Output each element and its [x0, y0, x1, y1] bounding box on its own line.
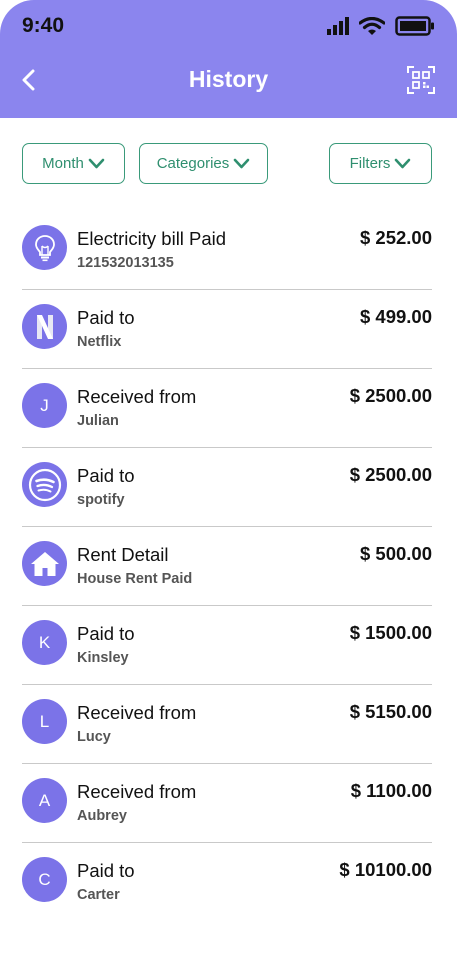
transaction-amount: $ 2500.00	[349, 464, 432, 485]
avatar: A	[22, 778, 67, 823]
transaction-row[interactable]: Paid to Netflix $ 499.00	[22, 290, 432, 369]
qr-scan-icon	[407, 66, 435, 94]
spotify-logo	[22, 462, 67, 507]
filter-bar: Month Categories Filters	[22, 143, 432, 184]
month-filter-button[interactable]: Month	[22, 143, 125, 184]
transaction-list: Electricity bill Paid 121532013135 $ 252…	[22, 211, 432, 922]
transaction-title: Received from	[77, 781, 197, 802]
transaction-subtitle: spotify	[77, 492, 125, 508]
wifi-icon	[359, 16, 385, 35]
transaction-subtitle: Netflix	[77, 334, 122, 350]
qr-scan-button[interactable]	[407, 66, 435, 94]
categories-filter-button[interactable]: Categories	[139, 143, 268, 184]
transaction-row[interactable]: C Paid to Carter $ 10100.00	[22, 843, 432, 922]
transaction-subtitle: Lucy	[77, 729, 111, 745]
chevron-down-icon	[88, 158, 105, 168]
transaction-amount: $ 500.00	[359, 543, 432, 564]
transaction-row[interactable]: Rent Detail House Rent Paid $ 500.00	[22, 527, 432, 606]
avatar: L	[22, 699, 67, 744]
transaction-amount: $ 252.00	[359, 227, 432, 248]
avatar: J	[22, 383, 67, 428]
transaction-amount: $ 2500.00	[349, 385, 432, 406]
transaction-title: Paid to	[77, 623, 135, 644]
page-title: History	[188, 66, 269, 92]
status-icons	[327, 16, 435, 36]
transaction-subtitle: Julian	[77, 413, 119, 429]
transaction-title: Received from	[77, 386, 197, 407]
transaction-title: Rent Detail	[77, 544, 169, 565]
transaction-subtitle: Carter	[77, 887, 120, 903]
transaction-amount: $ 10100.00	[339, 859, 432, 880]
transaction-amount: $ 1500.00	[349, 622, 432, 643]
transaction-title: Received from	[77, 702, 197, 723]
transaction-amount: $ 5150.00	[349, 701, 432, 722]
transaction-row[interactable]: K Paid to Kinsley $ 1500.00	[22, 606, 432, 685]
signal-icon	[327, 17, 349, 35]
transaction-title: Electricity bill Paid	[77, 228, 227, 249]
transaction-title: Paid to	[77, 860, 135, 881]
app-header: 9:40 History	[0, 0, 457, 118]
avatar: C	[22, 857, 67, 902]
chevron-down-icon	[233, 158, 250, 168]
battery-icon	[395, 16, 434, 36]
transaction-subtitle: Kinsley	[77, 650, 129, 666]
transaction-row[interactable]: Electricity bill Paid 121532013135 $ 252…	[22, 211, 432, 290]
month-filter-label: Month	[42, 155, 84, 172]
transaction-row[interactable]: A Received from Aubrey $ 1100.00	[22, 764, 432, 843]
chevron-down-icon	[395, 158, 411, 168]
transaction-subtitle: Aubrey	[77, 808, 127, 824]
categories-filter-label: Categories	[156, 155, 230, 172]
netflix-logo	[22, 304, 67, 349]
house-icon	[22, 541, 67, 586]
transaction-row[interactable]: Paid to spotify $ 2500.00	[22, 448, 432, 527]
transaction-row[interactable]: L Received from Lucy $ 5150.00	[22, 685, 432, 764]
transaction-row[interactable]: J Received from Julian $ 2500.00	[22, 369, 432, 448]
bulb-icon	[22, 225, 67, 270]
filters-button[interactable]: Filters	[329, 143, 432, 184]
transaction-subtitle: 121532013135	[77, 255, 174, 271]
transaction-amount: $ 499.00	[359, 306, 432, 327]
transaction-amount: $ 1100.00	[350, 780, 432, 801]
transaction-title: Paid to	[77, 307, 135, 328]
status-time: 9:40	[22, 14, 65, 37]
history-screen: 9:40 History Month Categories Filters El…	[0, 0, 457, 978]
transaction-subtitle: House Rent Paid	[77, 571, 193, 587]
filters-label: Filters	[349, 155, 391, 172]
transaction-title: Paid to	[77, 465, 135, 486]
avatar: K	[22, 620, 67, 665]
